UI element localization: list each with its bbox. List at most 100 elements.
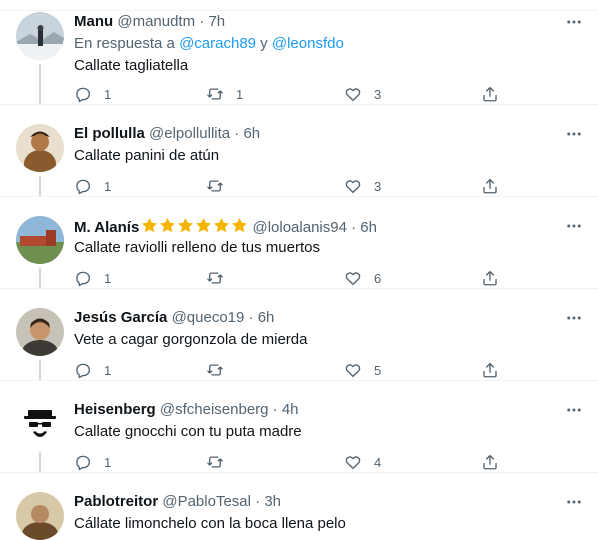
thread-connector — [39, 268, 41, 288]
reply-button[interactable]: 1 — [74, 452, 111, 472]
reply-button[interactable]: 1 — [74, 84, 111, 104]
more-icon[interactable] — [564, 124, 584, 144]
like-count: 6 — [374, 270, 382, 286]
tweet-actions-2: 1 3 — [74, 176, 594, 196]
mention-link-2[interactable]: @leonsfdo — [272, 35, 344, 52]
timestamp[interactable]: 6h — [243, 125, 260, 142]
thread-connector — [39, 452, 41, 472]
reply-button[interactable]: 1 — [74, 360, 111, 380]
user-handle[interactable]: @elpollullita — [149, 125, 230, 142]
reply-icon — [76, 363, 91, 379]
like-button[interactable]: 6 — [344, 268, 381, 288]
separator-dot: · — [272, 401, 278, 418]
user-handle[interactable]: @queco19 — [172, 309, 245, 326]
heart-icon — [345, 272, 361, 286]
more-icon[interactable] — [564, 216, 584, 236]
tweet-content: Manu @manudtm · 7h En respuesta a @carac… — [74, 12, 558, 76]
like-button[interactable]: 3 — [344, 176, 381, 196]
display-name[interactable]: Jesús García — [74, 309, 167, 326]
reply-button[interactable]: 1 — [74, 268, 111, 288]
retweet-button[interactable] — [206, 268, 236, 288]
user-handle[interactable]: @loloalanis94 — [252, 219, 346, 236]
retweet-button[interactable] — [206, 176, 236, 196]
retweet-icon — [207, 88, 223, 100]
reply-context: En respuesta a @carach89 y @leonsfdo — [74, 34, 558, 54]
like-count: 3 — [374, 178, 382, 194]
share-icon — [483, 362, 497, 378]
avatar-m-alanis[interactable] — [16, 216, 64, 264]
reply-count: 1 — [104, 270, 112, 286]
heart-icon — [345, 364, 361, 378]
tweet-content: M. Alanís @loloalanis94 · 6h Callate rav… — [74, 216, 558, 258]
timestamp[interactable]: 7h — [208, 13, 225, 30]
display-name[interactable]: El pollulla — [74, 125, 145, 142]
share-button[interactable] — [481, 360, 499, 380]
display-name[interactable]: M. Alanís — [74, 219, 139, 236]
like-count: 3 — [374, 86, 382, 102]
reply-icon — [76, 271, 91, 287]
avatar-jesus-garcia[interactable] — [16, 308, 64, 356]
like-button[interactable]: 5 — [344, 360, 381, 380]
thread-connector — [39, 64, 41, 104]
avatar-manu[interactable] — [16, 12, 64, 60]
more-icon[interactable] — [564, 12, 584, 32]
display-name[interactable]: Manu — [74, 13, 113, 30]
tweet-text: Vete a cagar gorgonzola de mierda — [74, 331, 308, 348]
like-button[interactable]: 3 — [344, 84, 381, 104]
avatar-pablotreitor[interactable] — [16, 492, 64, 540]
user-handle[interactable]: @PabloTesal — [162, 493, 251, 510]
timestamp[interactable]: 6h — [360, 219, 377, 236]
user-handle[interactable]: @manudtm — [117, 13, 195, 30]
retweet-icon — [207, 456, 223, 468]
tweet-6[interactable]: Pablotreitor @PabloTesal · 3h Cállate li… — [0, 472, 598, 540]
like-count: 4 — [374, 454, 382, 470]
retweet-icon — [207, 364, 223, 376]
more-icon[interactable] — [564, 492, 584, 512]
heart-icon — [345, 180, 361, 194]
separator-dot: · — [351, 219, 357, 236]
more-icon[interactable] — [564, 308, 584, 328]
reply-count: 1 — [104, 178, 112, 194]
share-button[interactable] — [481, 452, 499, 472]
mention-link-1[interactable]: @carach89 — [179, 35, 256, 52]
reply-button[interactable]: 1 — [74, 176, 111, 196]
heart-icon — [345, 88, 361, 102]
retweet-button[interactable]: 1 — [206, 84, 243, 104]
tweet-actions-4: 1 5 — [74, 360, 594, 380]
tweet-header: El pollulla @elpollullita · 6h — [74, 124, 558, 144]
reply-thread: Manu @manudtm · 7h En respuesta a @carac… — [0, 0, 598, 540]
like-button[interactable]: 4 — [344, 452, 381, 472]
tweet-actions-5: 1 4 — [74, 452, 594, 472]
more-icon[interactable] — [564, 400, 584, 420]
reply-count: 1 — [104, 86, 112, 102]
avatar-el-pollulla[interactable] — [16, 124, 64, 172]
share-icon — [483, 86, 497, 102]
timestamp[interactable]: 6h — [258, 309, 275, 326]
share-button[interactable] — [481, 268, 499, 288]
share-button[interactable] — [481, 84, 499, 104]
separator-dot: · — [234, 125, 240, 142]
star-emoji — [232, 217, 248, 233]
tweet-header: Heisenberg @sfcheisenberg · 4h — [74, 400, 558, 420]
avatar-heisenberg[interactable] — [16, 400, 64, 448]
tweet-header: Jesús García @queco19 · 6h — [74, 308, 558, 328]
share-button[interactable] — [481, 176, 499, 196]
tweet-text: Callate raviolli relleno de tus muertos — [74, 239, 320, 256]
star-emoji — [214, 217, 230, 233]
display-name[interactable]: Pablotreitor — [74, 493, 158, 510]
timestamp[interactable]: 4h — [282, 401, 299, 418]
thread-connector — [39, 360, 41, 380]
separator-dot: · — [199, 13, 205, 30]
star-emoji — [160, 217, 176, 233]
user-handle[interactable]: @sfcheisenberg — [160, 401, 269, 418]
timestamp[interactable]: 3h — [264, 493, 281, 510]
display-name[interactable]: Heisenberg — [74, 401, 156, 418]
retweet-button[interactable] — [206, 360, 236, 380]
tweet-header: Pablotreitor @PabloTesal · 3h — [74, 492, 558, 512]
retweet-count: 1 — [236, 86, 244, 102]
star-emoji — [178, 217, 194, 233]
reply-prefix: En respuesta a — [74, 35, 180, 52]
share-icon — [483, 454, 497, 470]
retweet-button[interactable] — [206, 452, 236, 472]
reply-icon — [76, 87, 91, 103]
